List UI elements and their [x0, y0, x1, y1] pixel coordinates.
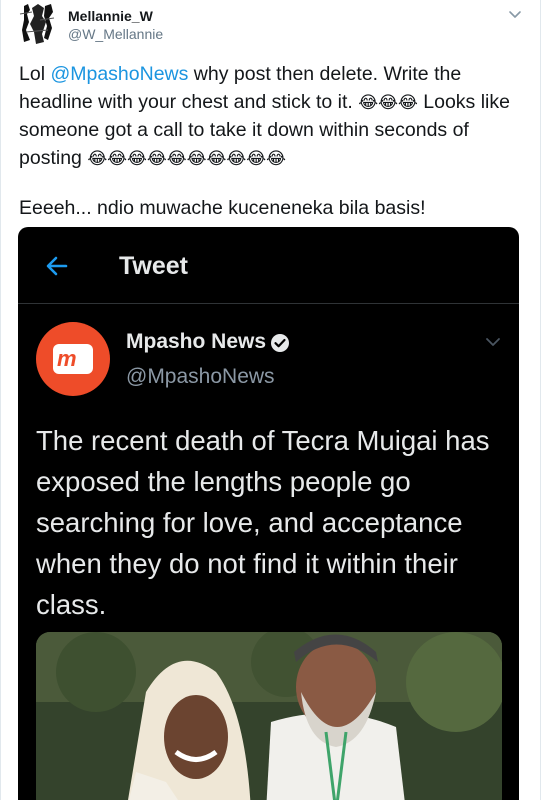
mention-link[interactable]: @MpashoNews [50, 63, 188, 85]
author-display-name[interactable]: Mellannie_W [68, 8, 153, 24]
embedded-screenshot[interactable]: Tweet m Mpasho News @MpashoNews The rece… [18, 227, 519, 800]
laughing-emoji-group: 😂😂😂 [358, 92, 418, 113]
news-photo [36, 632, 502, 800]
screenshot-tweet-text: The recent death of Tecra Muigai has exp… [36, 425, 490, 620]
profile-avatar-icon [18, 0, 56, 46]
screenshot-account-name: Mpasho News [126, 330, 267, 353]
screenshot-header-title: Tweet [119, 252, 188, 280]
back-arrow-icon [44, 253, 70, 279]
chevron-down-icon [484, 333, 502, 351]
verified-badge-icon [270, 333, 290, 353]
photo-image [36, 632, 502, 800]
logo-mark: m [57, 346, 77, 371]
author-handle[interactable]: @W_Mellannie [68, 26, 163, 42]
screenshot-header: Tweet [18, 227, 519, 304]
tweet-menu-chevron-icon[interactable] [507, 6, 523, 22]
screenshot-account-handle: @MpashoNews [126, 365, 275, 388]
tweet-text: Lol @MpashoNews why post then delete. Wr… [19, 61, 529, 173]
laughing-emoji-group: 😂😂😂😂😂😂😂😂😂😂 [87, 148, 286, 169]
mpasho-logo-icon: m [36, 322, 110, 396]
tweet-second-paragraph: Eeeeh... ndio muwache kuceneneka bila ba… [19, 197, 426, 219]
tweet-card: Mellannie_W @W_Mellannie Lol @MpashoNews… [0, 0, 541, 800]
tweet-text-part: Lol [19, 63, 51, 85]
author-avatar[interactable] [18, 0, 56, 46]
